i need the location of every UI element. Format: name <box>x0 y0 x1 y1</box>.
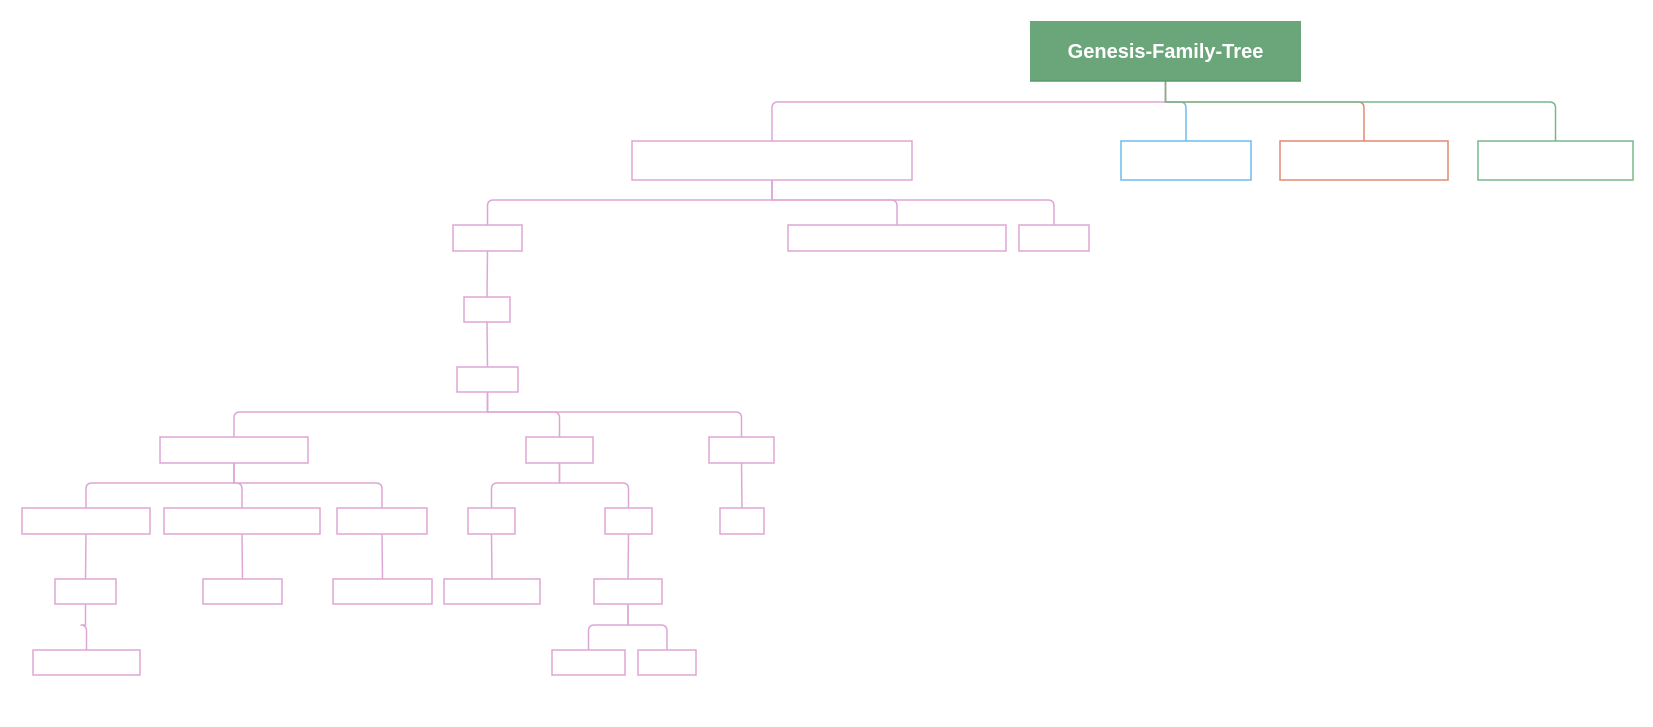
tree-node-n2[interactable] <box>787 224 1007 252</box>
connector-n14 <box>241 533 244 580</box>
connector-n2 <box>771 180 898 225</box>
connector-n20 <box>587 604 629 650</box>
tree-node-n3-box[interactable] <box>1018 224 1090 252</box>
connector-n9 <box>85 463 235 508</box>
tree-node-n16[interactable] <box>467 507 516 535</box>
tree-node-n7[interactable] <box>525 436 594 464</box>
tree-node-n19[interactable] <box>593 578 663 605</box>
tree-node-n18[interactable] <box>443 578 541 605</box>
tree-node-n1-box[interactable] <box>452 224 523 252</box>
tree-node-n7-box[interactable] <box>525 436 594 464</box>
connector-n12 <box>84 533 87 580</box>
branch-node-b1[interactable] <box>631 140 913 181</box>
tree-node-n10-box[interactable] <box>163 507 321 535</box>
tree-node-n4-box[interactable] <box>463 296 511 323</box>
tree-node-n2-box[interactable] <box>787 224 1007 252</box>
tree-node-n20[interactable] <box>551 649 626 676</box>
connector-n5 <box>486 321 489 368</box>
tree-node-n21[interactable] <box>637 649 697 676</box>
connector-n7 <box>486 392 561 437</box>
connector-n10 <box>233 463 243 508</box>
tree-node-n9[interactable] <box>21 507 151 535</box>
tree-node-n22-box[interactable] <box>719 507 765 535</box>
tree-node-n15[interactable] <box>332 578 433 605</box>
connector-n21 <box>627 604 668 650</box>
branch-node-b4[interactable] <box>1477 140 1634 181</box>
nodes <box>21 140 1634 676</box>
tree-node-n19-box[interactable] <box>593 578 663 605</box>
connector-n6 <box>233 392 489 437</box>
branch-node-b4-box[interactable] <box>1477 140 1634 181</box>
tree-node-n4[interactable] <box>463 296 511 323</box>
connector-b3 <box>1164 81 1365 141</box>
connector-n16 <box>490 463 561 508</box>
tree-node-n10[interactable] <box>163 507 321 535</box>
connector-n11 <box>233 463 383 508</box>
tree-node-n12[interactable] <box>54 578 117 605</box>
tree-node-n18-box[interactable] <box>443 578 541 605</box>
tree-node-n6-box[interactable] <box>159 436 309 464</box>
connector-n19 <box>627 533 630 580</box>
connector-n1 <box>486 180 773 225</box>
tree-node-n13[interactable] <box>32 649 141 676</box>
tree-node-n16-box[interactable] <box>467 507 516 535</box>
branch-node-b1-box[interactable] <box>631 140 913 181</box>
tree-node-n14[interactable] <box>202 578 283 605</box>
root-node[interactable]: Genesis-Family-Tree <box>1030 21 1301 82</box>
tree-node-n17[interactable] <box>604 507 653 535</box>
tree-node-n8-box[interactable] <box>708 436 775 464</box>
tree-node-n15-box[interactable] <box>332 578 433 605</box>
connector-b4 <box>1164 81 1557 141</box>
branch-node-b2[interactable] <box>1120 140 1252 181</box>
family-tree-diagram: Genesis-Family-Tree <box>21 21 1634 676</box>
tree-node-n13-box[interactable] <box>32 649 141 676</box>
tree-node-n3[interactable] <box>1018 224 1090 252</box>
tree-node-n11-box[interactable] <box>336 507 428 535</box>
connector-n13 <box>80 604 88 650</box>
tree-node-n14-box[interactable] <box>202 578 283 605</box>
branch-node-b3[interactable] <box>1279 140 1449 181</box>
tree-node-n1[interactable] <box>452 224 523 252</box>
root-title: Genesis-Family-Tree <box>1068 41 1264 63</box>
tree-node-n9-box[interactable] <box>21 507 151 535</box>
connector-n3 <box>771 180 1055 225</box>
connector-n4 <box>486 250 489 298</box>
connector-n8 <box>486 392 743 437</box>
connector-b2 <box>1164 81 1187 141</box>
connector-n15 <box>381 533 384 580</box>
tree-node-n22[interactable] <box>719 507 765 535</box>
tree-node-n17-box[interactable] <box>604 507 653 535</box>
tree-node-n5-box[interactable] <box>456 366 519 393</box>
connector-n22 <box>740 462 743 509</box>
tree-node-n12-box[interactable] <box>54 578 117 605</box>
tree-node-n8[interactable] <box>708 436 775 464</box>
tree-node-n20-box[interactable] <box>551 649 626 676</box>
tree-node-n5[interactable] <box>456 366 519 393</box>
tree-node-n11[interactable] <box>336 507 428 535</box>
tree-node-n6[interactable] <box>159 436 309 464</box>
connector-n17 <box>558 463 630 508</box>
connector-n18 <box>490 533 493 580</box>
branch-node-b2-box[interactable] <box>1120 140 1252 181</box>
branch-node-b3-box[interactable] <box>1279 140 1449 181</box>
tree-node-n21-box[interactable] <box>637 649 697 676</box>
connector-b1 <box>771 81 1167 141</box>
